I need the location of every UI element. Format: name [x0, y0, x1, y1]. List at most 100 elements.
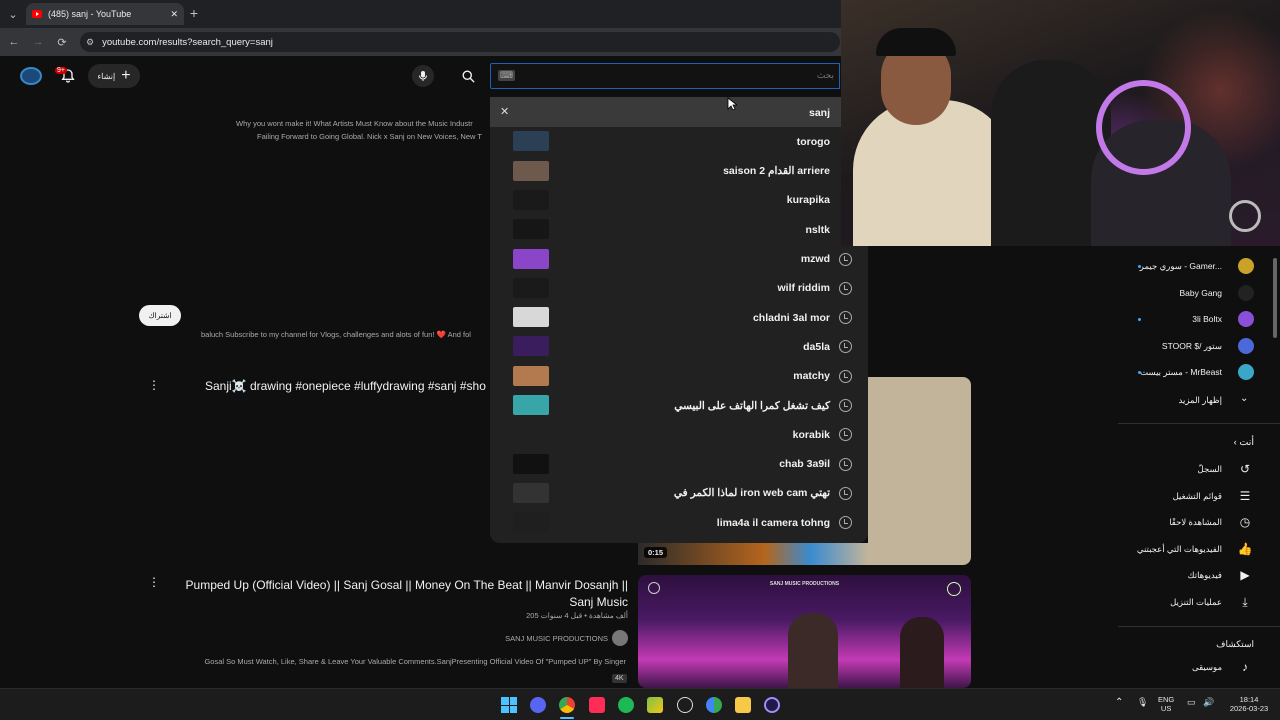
- sidebar-item[interactable]: قوائم التشغيل: [1173, 491, 1222, 502]
- network-icon[interactable]: ▭: [1187, 698, 1196, 707]
- reload-button[interactable]: ⟳: [54, 34, 70, 50]
- sidebar-scrollbar[interactable]: [1273, 258, 1277, 338]
- channel-avatar[interactable]: [20, 67, 42, 85]
- explore-section-header: استكشاف: [1216, 639, 1254, 649]
- search-suggestion-item[interactable]: da5la: [490, 332, 868, 361]
- video-thumbnail[interactable]: [868, 377, 971, 565]
- suggestion-text: sanj: [808, 106, 830, 119]
- voice-search-button[interactable]: [412, 65, 434, 87]
- history-icon: [839, 457, 852, 471]
- sidebar-item-music[interactable]: موسيقى: [1192, 662, 1222, 673]
- clock-icon: ◷: [1239, 515, 1251, 530]
- snippet-line: Why you wont make it! What Artists Must …: [236, 119, 473, 128]
- clock-date: 2026-03-23: [1229, 704, 1269, 713]
- sidebar-item-subscription[interactable]: Baby Gang: [1179, 288, 1222, 298]
- site-info-icon[interactable]: ⚙: [86, 37, 94, 48]
- forward-button[interactable]: →: [30, 34, 46, 50]
- create-button[interactable]: إنشاء +: [88, 64, 140, 88]
- new-tab-button[interactable]: +: [186, 5, 202, 21]
- history-icon: [839, 311, 852, 325]
- search-suggestion-item[interactable]: matchy: [490, 362, 868, 391]
- active-app-indicator: [560, 717, 574, 719]
- search-suggestion-item[interactable]: chab 3a9il: [490, 450, 868, 479]
- suggestion-thumbnail: [513, 365, 549, 386]
- suggestion-thumbnail: [513, 395, 549, 415]
- search-suggestion-item[interactable]: كيف تشغل كمرا الهاتف على البيسي: [490, 391, 868, 420]
- spotify-icon[interactable]: [618, 697, 634, 713]
- adobe-icon[interactable]: [589, 697, 605, 713]
- search-suggestion-item[interactable]: wilf riddim: [490, 274, 868, 303]
- more-options-icon[interactable]: ⋮: [148, 378, 160, 392]
- search-input[interactable]: ⌨ بحث: [490, 63, 840, 89]
- back-button[interactable]: ←: [6, 34, 22, 50]
- video-title[interactable]: Pumped Up (Official Video) || Sanj Gosal…: [185, 577, 628, 611]
- microphone-tray-icon[interactable]: 🎙: [1137, 698, 1148, 707]
- sidebar-item-subscription[interactable]: 3li Boltx: [1192, 314, 1222, 324]
- search-suggestion-item[interactable]: saison 2 القدام arriere: [490, 157, 868, 186]
- file-explorer-icon[interactable]: [735, 697, 751, 713]
- sidebar-item[interactable]: عمليات التنزيل: [1170, 597, 1222, 608]
- result-snippet-1: Why you wont make it! What Artists Must …: [236, 117, 490, 143]
- app-icon[interactable]: [764, 697, 780, 713]
- search-suggestion-item[interactable]: nsltk: [490, 215, 868, 244]
- short-title[interactable]: Sanji☠️ drawing #onepiece #luffydrawing …: [205, 379, 490, 393]
- suggestion-text: matchy: [793, 370, 830, 383]
- sidebar-item-subscription[interactable]: STOOR $/ ستور: [1162, 341, 1222, 352]
- sidebar-item[interactable]: السجلّ: [1198, 464, 1222, 475]
- keyboard-icon[interactable]: ⌨: [498, 70, 515, 81]
- search-button[interactable]: [456, 65, 480, 87]
- mouse-cursor-icon: [727, 97, 737, 111]
- tab-search-button[interactable]: ⌄: [5, 6, 21, 22]
- language-indicator[interactable]: ENG US: [1158, 695, 1174, 713]
- search-suggestion-item[interactable]: mzwd: [490, 245, 868, 274]
- sidebar-item[interactable]: المشاهدة لاحقًا: [1169, 517, 1222, 528]
- you-label: أنت: [1239, 437, 1254, 448]
- search-suggestion-item[interactable]: torogo: [490, 127, 868, 156]
- discord-icon[interactable]: [530, 697, 546, 713]
- more-options-icon[interactable]: ⋮: [148, 575, 160, 589]
- new-content-dot: [1138, 265, 1141, 268]
- suggestion-thumbnail: [513, 482, 549, 503]
- clock[interactable]: 18:14 2026-03-23: [1224, 695, 1274, 713]
- suggestion-text: لماذا الكمر في iron web cam تهتي: [673, 487, 830, 500]
- microphone-icon: [419, 71, 427, 81]
- you-section-header[interactable]: ‹ أنت: [1234, 437, 1254, 448]
- chrome-profile-icon[interactable]: [706, 697, 722, 713]
- channel-avatar[interactable]: [612, 630, 628, 646]
- channel-avatar: [1238, 311, 1254, 328]
- sidebar-item-subscription[interactable]: مستر بيست - MrBeast: [1140, 367, 1222, 378]
- sidebar-item[interactable]: الفيديوهات التي أعجبتني: [1137, 544, 1222, 555]
- thumb-up-icon: 👍: [1237, 541, 1253, 556]
- thumbnail-caption: SANJ MUSIC PRODUCTIONS: [769, 581, 840, 587]
- search-suggestion-item[interactable]: lima4a il camera tohng: [490, 508, 868, 537]
- suggestion-thumbnail: [513, 131, 549, 152]
- chatgpt-icon[interactable]: [677, 697, 693, 713]
- divider: [1118, 626, 1280, 627]
- search-suggestion-item[interactable]: لماذا الكمر في iron web cam تهتي: [490, 479, 868, 508]
- windows-start-icon[interactable]: [501, 697, 517, 713]
- clock-time: 18:14: [1239, 695, 1259, 704]
- subscribe-button[interactable]: اشتراك: [139, 305, 181, 326]
- sidebar-item-subscription[interactable]: سوري جيمر - Gamer...: [1140, 261, 1222, 272]
- search-suggestion-item[interactable]: kurapika: [490, 186, 868, 215]
- volume-icon[interactable]: 🔊: [1203, 698, 1214, 707]
- video-thumbnail-strip[interactable]: [638, 543, 868, 565]
- browser-tab-youtube[interactable]: (485) sanj - YouTube ✕: [26, 3, 184, 25]
- suggestion-thumbnail: [513, 160, 549, 181]
- channel-name[interactable]: SANJ MUSIC PRODUCTIONS: [420, 634, 608, 643]
- history-icon: [839, 428, 852, 442]
- url-field[interactable]: ⚙ youtube.com/results?search_query=sanj: [80, 32, 840, 52]
- search-suggestion-item[interactable]: korabik: [490, 420, 868, 449]
- show-more-link[interactable]: إظهار المزيد: [1179, 395, 1222, 406]
- sidebar-item[interactable]: فيديوهاتك: [1188, 570, 1222, 581]
- tab-close-icon[interactable]: ✕: [170, 9, 178, 20]
- suggestion-text: torogo: [796, 135, 830, 148]
- chrome-icon[interactable]: [559, 697, 575, 713]
- video-thumbnail[interactable]: SANJ MUSIC PRODUCTIONS: [638, 575, 971, 688]
- suggestion-text: mzwd: [800, 253, 830, 265]
- suggestion-thumbnail: [513, 453, 549, 474]
- bluestacks-icon[interactable]: [647, 697, 663, 713]
- tray-overflow-icon[interactable]: ⌃: [1115, 698, 1123, 708]
- search-suggestion-item[interactable]: sanj: [490, 98, 868, 127]
- search-suggestion-item[interactable]: chladni 3al mor: [490, 303, 868, 332]
